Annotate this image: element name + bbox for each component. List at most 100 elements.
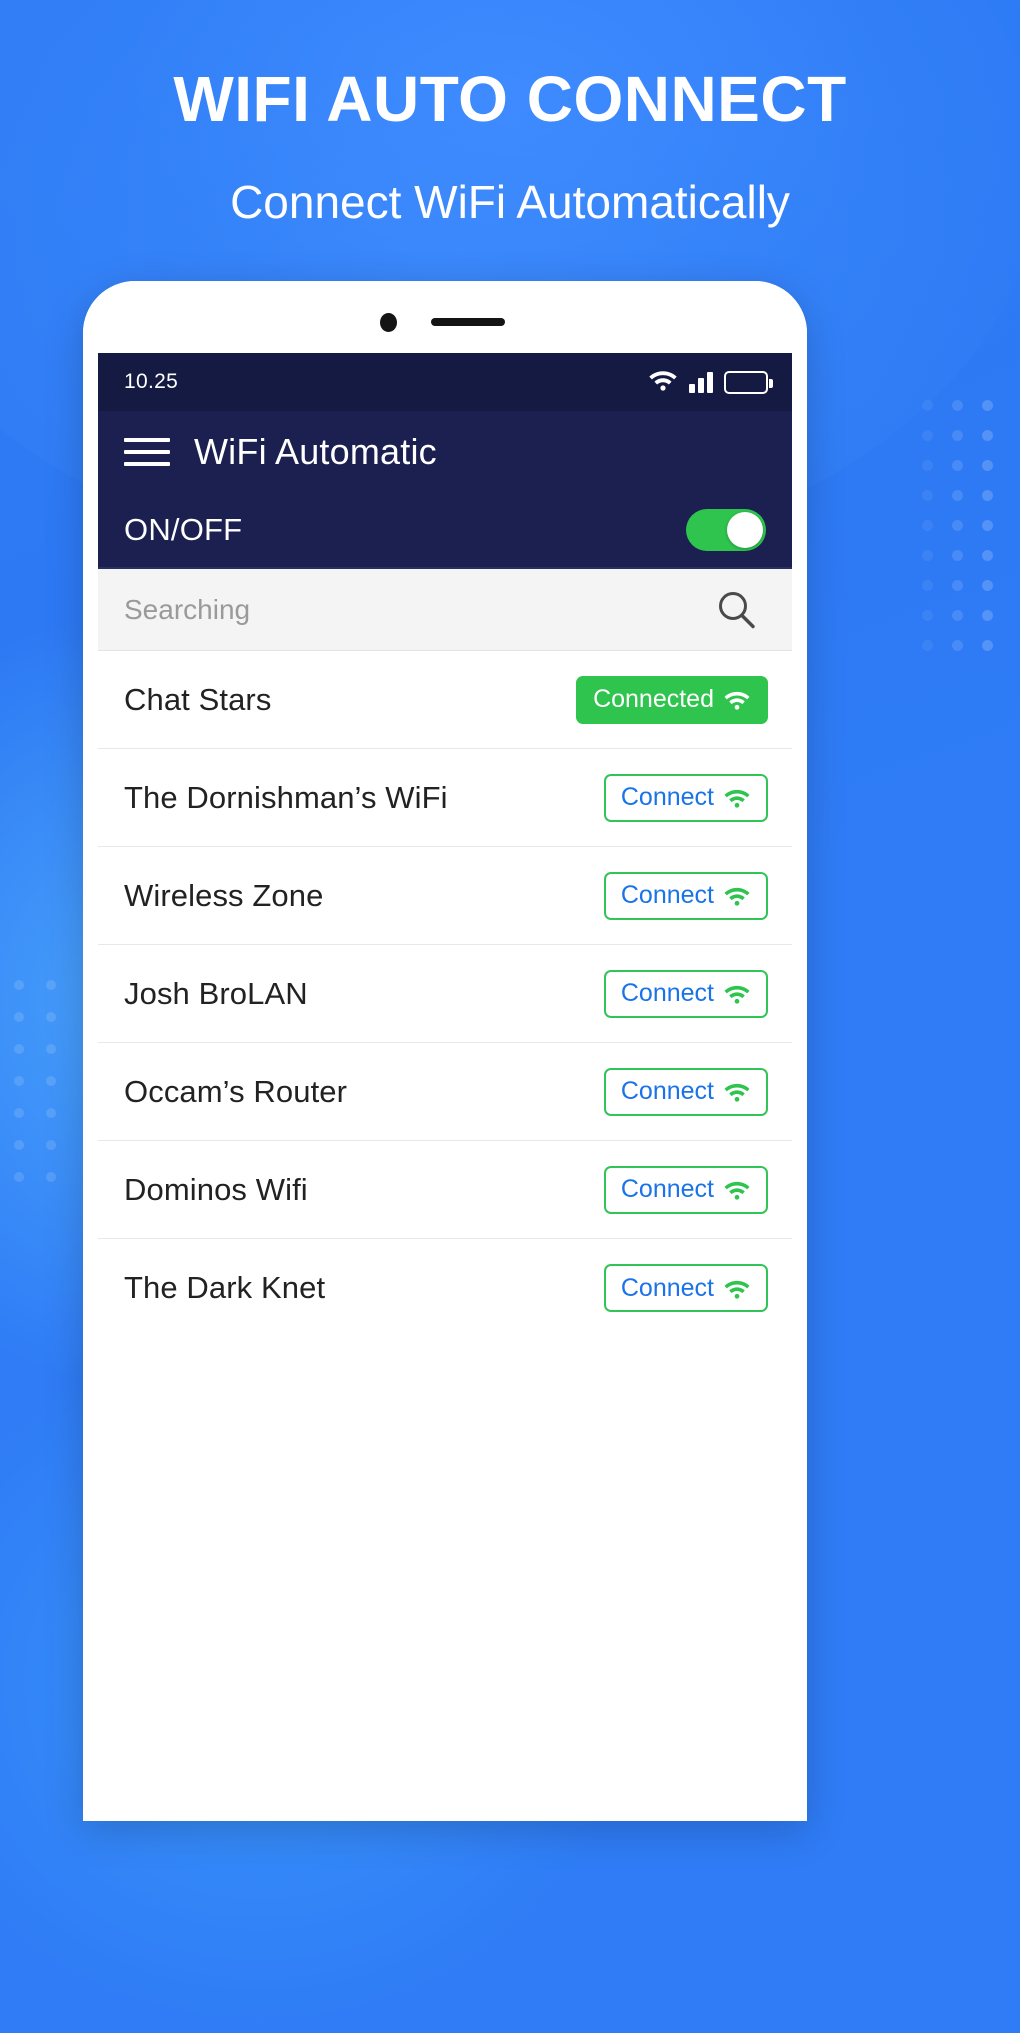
wifi-network-row[interactable]: Chat Stars Connected: [98, 651, 792, 749]
wifi-network-row[interactable]: The Dark Knet Connect: [98, 1239, 792, 1337]
decorative-dot-grid-right: [922, 400, 1012, 680]
wifi-ssid-label: Dominos Wifi: [124, 1171, 308, 1207]
decorative-dot: [982, 520, 993, 531]
decorative-dot: [14, 980, 24, 990]
decorative-dot: [46, 1108, 56, 1118]
decorative-dot: [922, 580, 933, 591]
wifi-network-row[interactable]: The Dornishman’s WiFi Connect: [98, 749, 792, 847]
decorative-dot: [46, 1140, 56, 1150]
connect-label: Connect: [620, 881, 714, 909]
decorative-dot: [14, 1172, 24, 1182]
wifi-icon: [723, 1278, 751, 1299]
battery-icon: [724, 370, 773, 394]
phone-screen: 10.25 WiFi Automatic ON/OFF Searching Ch…: [98, 353, 792, 1821]
decorative-dot: [922, 490, 933, 501]
wifi-onoff-row: ON/OFF: [98, 493, 792, 569]
decorative-dot: [952, 640, 963, 651]
phone-bezel-top: [83, 281, 807, 353]
connect-label: Connect: [620, 1175, 714, 1203]
decorative-dot: [46, 1172, 56, 1182]
connect-label: Connect: [620, 783, 714, 811]
decorative-dot: [14, 1108, 24, 1118]
wifi-icon: [648, 368, 678, 396]
wifi-network-row[interactable]: Dominos Wifi Connect: [98, 1141, 792, 1239]
decorative-dot: [952, 580, 963, 591]
decorative-dot: [952, 430, 963, 441]
phone-mockup: 10.25 WiFi Automatic ON/OFF Searching Ch…: [83, 281, 807, 1821]
hamburger-icon[interactable]: [124, 438, 170, 466]
wifi-ssid-label: The Dornishman’s WiFi: [124, 779, 448, 815]
wifi-ssid-label: Wireless Zone: [124, 877, 324, 913]
decorative-dot-grid-left: [14, 980, 84, 1220]
app-title: WiFi Automatic: [194, 431, 437, 472]
connect-button[interactable]: Connect: [603, 1264, 768, 1312]
connect-button[interactable]: Connect: [603, 1067, 768, 1116]
toggle-knob: [727, 512, 763, 548]
wifi-network-list: Chat Stars Connected The Dornishman’s WiFi…: [98, 651, 792, 1337]
wifi-icon: [723, 983, 751, 1004]
promo-subtitle: Connect WiFi Automatically: [230, 176, 790, 228]
decorative-dot: [922, 460, 933, 471]
wifi-ssid-label: Occam’s Router: [124, 1073, 348, 1109]
wifi-ssid-label: Chat Stars: [124, 681, 272, 717]
decorative-dot: [922, 430, 933, 441]
decorative-dot: [982, 610, 993, 621]
decorative-dot: [922, 610, 933, 621]
wifi-icon: [723, 787, 751, 808]
decorative-dot: [46, 980, 56, 990]
decorative-dot: [982, 550, 993, 561]
decorative-dot: [982, 400, 993, 411]
wifi-network-row[interactable]: Josh BroLAN Connect: [98, 945, 792, 1043]
signal-icon: [689, 371, 713, 393]
wifi-ssid-label: The Dark Knet: [124, 1270, 326, 1305]
connect-button[interactable]: Connect: [603, 773, 768, 822]
decorative-dot: [952, 520, 963, 531]
decorative-dot: [46, 1012, 56, 1022]
decorative-dot: [982, 640, 993, 651]
decorative-dot: [46, 1076, 56, 1086]
decorative-dot: [922, 520, 933, 531]
search-bar: [98, 569, 792, 651]
search-icon[interactable]: [714, 588, 758, 632]
decorative-dot: [922, 550, 933, 561]
wifi-icon: [723, 885, 751, 906]
status-time: 10.25: [124, 370, 179, 393]
decorative-dot: [14, 1076, 24, 1086]
hamburger-line: [124, 462, 170, 466]
hamburger-line: [124, 450, 170, 454]
wifi-network-row[interactable]: Wireless Zone Connect: [98, 847, 792, 945]
connect-label: Connect: [620, 979, 714, 1007]
connected-status-badge[interactable]: Connected: [576, 675, 768, 724]
search-input[interactable]: [124, 593, 604, 626]
camera-icon: [380, 313, 397, 332]
decorative-dot: [952, 400, 963, 411]
wifi-network-row[interactable]: Occam’s Router Connect: [98, 1043, 792, 1141]
decorative-dot: [982, 460, 993, 471]
decorative-dot: [982, 430, 993, 441]
decorative-dot: [14, 1140, 24, 1150]
app-header-bar: WiFi Automatic: [98, 411, 792, 493]
status-bar: 10.25: [98, 353, 792, 411]
decorative-dot: [14, 1012, 24, 1022]
decorative-dot: [14, 1044, 24, 1054]
decorative-dot: [982, 580, 993, 591]
wifi-icon: [723, 1081, 751, 1102]
connect-label: Connect: [620, 1077, 714, 1105]
decorative-dot: [952, 550, 963, 561]
wifi-ssid-label: Josh BroLAN: [124, 975, 308, 1011]
connect-button[interactable]: Connect: [603, 871, 768, 920]
decorative-dot: [922, 640, 933, 651]
decorative-dot: [982, 490, 993, 501]
status-icon-group: [648, 368, 773, 396]
wifi-icon: [723, 689, 751, 710]
connect-button[interactable]: Connect: [603, 969, 768, 1018]
connected-label: Connected: [593, 685, 714, 713]
wifi-onoff-toggle[interactable]: [686, 509, 766, 551]
hamburger-line: [124, 438, 170, 442]
promo-title: WIFI AUTO CONNECT: [173, 63, 847, 135]
decorative-dot: [922, 400, 933, 411]
connect-button[interactable]: Connect: [603, 1165, 768, 1214]
wifi-icon: [723, 1179, 751, 1200]
decorative-dot: [952, 490, 963, 501]
decorative-dot: [46, 1044, 56, 1054]
